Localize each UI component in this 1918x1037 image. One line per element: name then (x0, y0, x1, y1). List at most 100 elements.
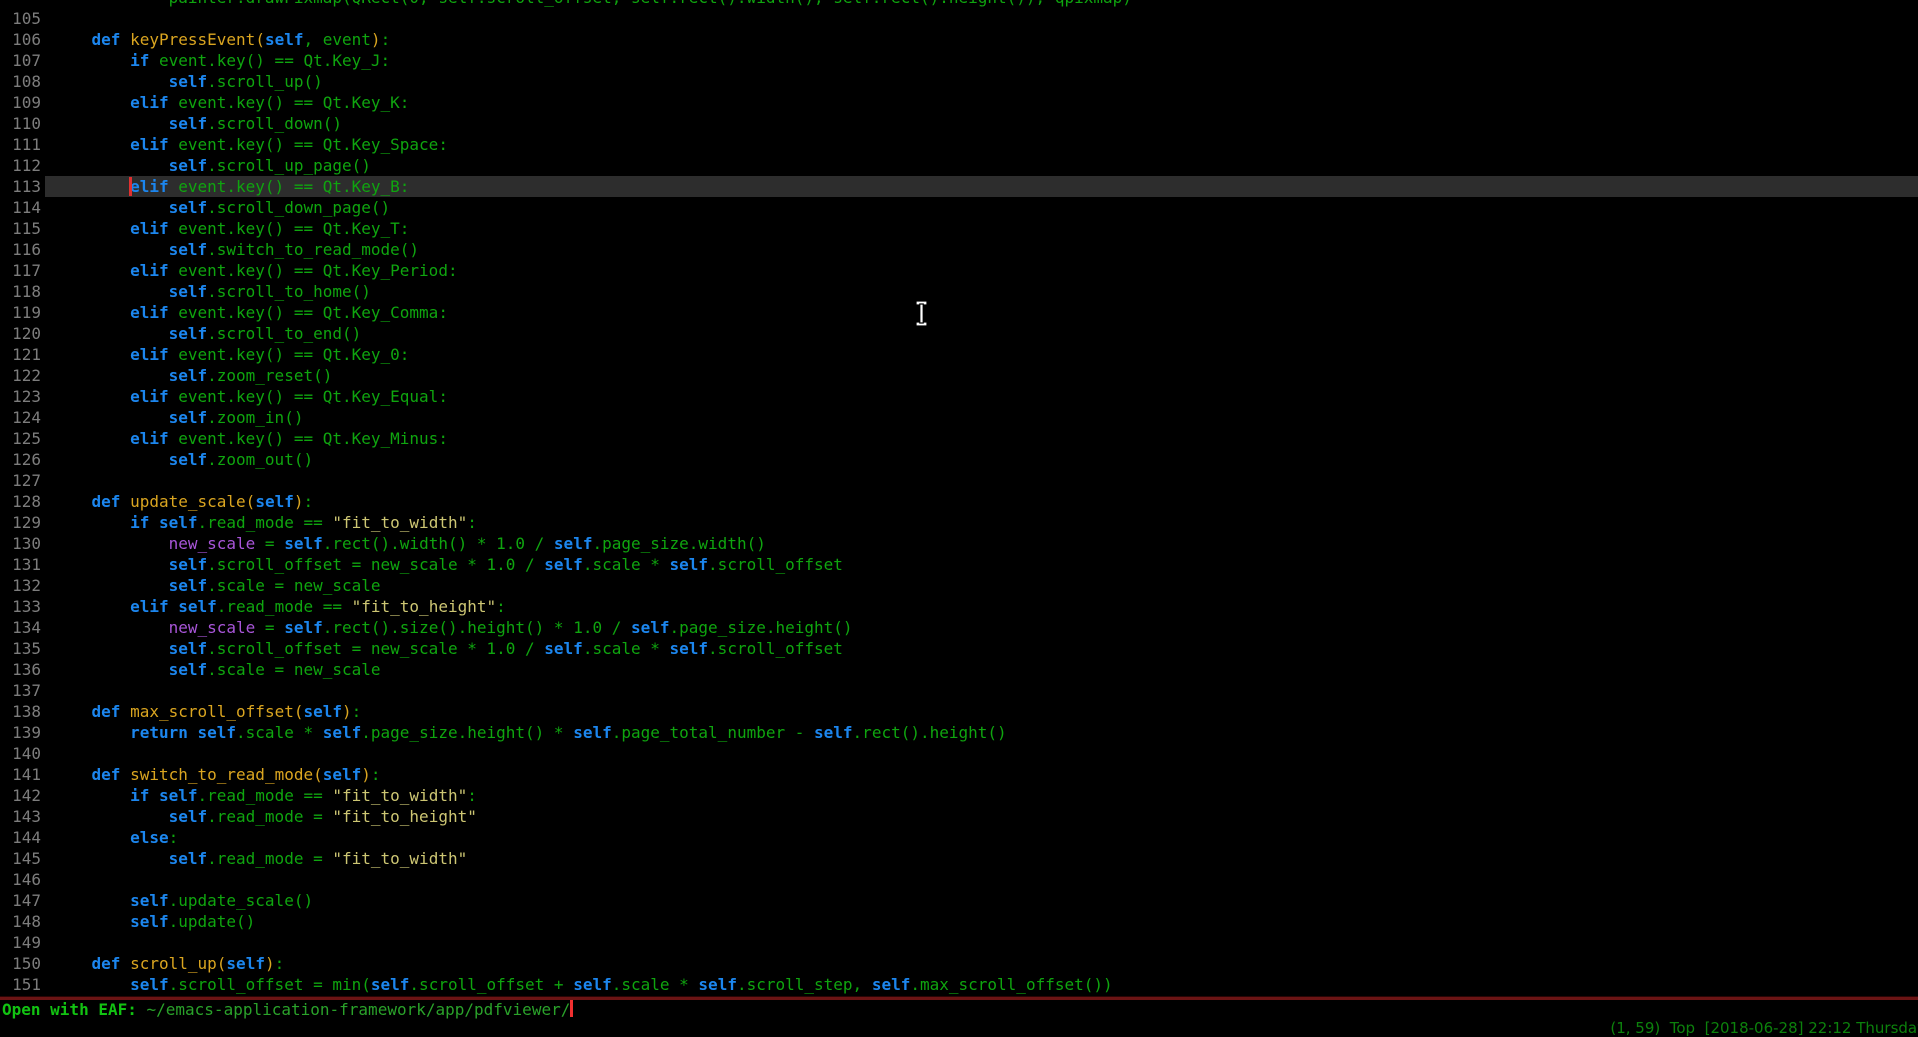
minibuffer-input[interactable]: ~/emacs-application-framework/app/pdfvie… (147, 1000, 571, 1019)
code-line-145[interactable]: 145 self.read_mode = "fit_to_width" (0, 848, 1918, 869)
code-line-146[interactable]: 146 (0, 869, 1918, 890)
code-text: self.switch_to_read_mode() (53, 239, 419, 260)
line-number: 105 (0, 8, 41, 29)
code-line-111[interactable]: 111 elif event.key() == Qt.Key_Space: (0, 134, 1918, 155)
code-line-151[interactable]: 151 self.scroll_offset = min(self.scroll… (0, 974, 1918, 995)
code-text: new_scale = self.rect().width() * 1.0 / … (53, 533, 766, 554)
code-line-116[interactable]: 116 self.switch_to_read_mode() (0, 239, 1918, 260)
code-line-142[interactable]: 142 if self.read_mode == "fit_to_width": (0, 785, 1918, 806)
line-number: 146 (0, 869, 41, 890)
code-line-150[interactable]: 150 def scroll_up(self): (0, 953, 1918, 974)
code-line-134[interactable]: 134 new_scale = self.rect().size().heigh… (0, 617, 1918, 638)
minibuffer[interactable]: Open with EAF: ~/emacs-application-frame… (2, 1000, 573, 1020)
code-line-126[interactable]: 126 self.zoom_out() (0, 449, 1918, 470)
code-text: self.zoom_out() (53, 449, 313, 470)
code-text: self.scroll_offset = new_scale * 1.0 / s… (53, 638, 843, 659)
editor-cursor (129, 177, 132, 196)
code-line-137[interactable]: 137 (0, 680, 1918, 701)
code-text: self.scroll_down_page() (53, 197, 390, 218)
code-line-113[interactable]: 113 elif event.key() == Qt.Key_B: (0, 176, 1918, 197)
line-number: 127 (0, 470, 41, 491)
line-number: 107 (0, 50, 41, 71)
emacs-frame: painter.drawPixmap(QRect(0, self.scroll_… (0, 0, 1918, 1037)
code-text: self.scroll_up() (53, 71, 323, 92)
code-line-138[interactable]: 138 def max_scroll_offset(self): (0, 701, 1918, 722)
code-line-122[interactable]: 122 self.zoom_reset() (0, 365, 1918, 386)
code-line-148[interactable]: 148 self.update() (0, 911, 1918, 932)
code-text: self.update_scale() (53, 890, 313, 911)
code-line-133[interactable]: 133 elif self.read_mode == "fit_to_heigh… (0, 596, 1918, 617)
code-line-135[interactable]: 135 self.scroll_offset = new_scale * 1.0… (0, 638, 1918, 659)
line-number: 110 (0, 113, 41, 134)
code-text: elif event.key() == Qt.Key_B: (53, 176, 409, 197)
line-number: 114 (0, 197, 41, 218)
code-text: self.scale = new_scale (53, 575, 381, 596)
code-text: new_scale = self.rect().size().height() … (53, 617, 853, 638)
code-text: self.scroll_to_home() (53, 281, 371, 302)
code-text: def keyPressEvent(self, event): (53, 29, 390, 50)
line-number: 131 (0, 554, 41, 575)
code-line-120[interactable]: 120 self.scroll_to_end() (0, 323, 1918, 344)
code-line-140[interactable]: 140 (0, 743, 1918, 764)
code-line-132[interactable]: 132 self.scale = new_scale (0, 575, 1918, 596)
code-line-149[interactable]: 149 (0, 932, 1918, 953)
line-number: 144 (0, 827, 41, 848)
line-number: 112 (0, 155, 41, 176)
code-text: elif event.key() == Qt.Key_Comma: (53, 302, 448, 323)
code-text: else: (53, 827, 178, 848)
code-text: if self.read_mode == "fit_to_width": (53, 512, 477, 533)
code-line-139[interactable]: 139 return self.scale * self.page_size.h… (0, 722, 1918, 743)
code-line-115[interactable]: 115 elif event.key() == Qt.Key_T: (0, 218, 1918, 239)
code-text: def update_scale(self): (53, 491, 313, 512)
line-number: 121 (0, 344, 41, 365)
code-text: elif self.read_mode == "fit_to_height": (53, 596, 506, 617)
code-line-108[interactable]: 108 self.scroll_up() (0, 71, 1918, 92)
line-number: 140 (0, 743, 41, 764)
code-line-130[interactable]: 130 new_scale = self.rect().width() * 1.… (0, 533, 1918, 554)
code-line-112[interactable]: 112 self.scroll_up_page() (0, 155, 1918, 176)
line-number: 122 (0, 365, 41, 386)
line-number: 141 (0, 764, 41, 785)
code-line-117[interactable]: 117 elif event.key() == Qt.Key_Period: (0, 260, 1918, 281)
code-line-144[interactable]: 144 else: (0, 827, 1918, 848)
code-text: elif event.key() == Qt.Key_K: (53, 92, 409, 113)
code-line-107[interactable]: 107 if event.key() == Qt.Key_J: (0, 50, 1918, 71)
line-number: 128 (0, 491, 41, 512)
code-line-124[interactable]: 124 self.zoom_in() (0, 407, 1918, 428)
line-number: 106 (0, 29, 41, 50)
code-line-136[interactable]: 136 self.scale = new_scale (0, 659, 1918, 680)
code-line-123[interactable]: 123 elif event.key() == Qt.Key_Equal: (0, 386, 1918, 407)
code-line-131[interactable]: 131 self.scroll_offset = new_scale * 1.0… (0, 554, 1918, 575)
code-line-109[interactable]: 109 elif event.key() == Qt.Key_K: (0, 92, 1918, 113)
code-buffer[interactable]: painter.drawPixmap(QRect(0, self.scroll_… (0, 8, 1918, 995)
code-text: elif event.key() == Qt.Key_Equal: (53, 386, 448, 407)
code-text: if self.read_mode == "fit_to_width": (53, 785, 477, 806)
code-line-114[interactable]: 114 self.scroll_down_page() (0, 197, 1918, 218)
line-number: 135 (0, 638, 41, 659)
line-number: 115 (0, 218, 41, 239)
code-line-143[interactable]: 143 self.read_mode = "fit_to_height" (0, 806, 1918, 827)
code-line-125[interactable]: 125 elif event.key() == Qt.Key_Minus: (0, 428, 1918, 449)
code-text: def max_scroll_offset(self): (53, 701, 361, 722)
code-line-110[interactable]: 110 self.scroll_down() (0, 113, 1918, 134)
code-line-106[interactable]: 106 def keyPressEvent(self, event): (0, 29, 1918, 50)
code-line-127[interactable]: 127 (0, 470, 1918, 491)
line-number: 151 (0, 974, 41, 995)
status-tray: (1, 59) Top [2018-06-28] 22:12 Thursday (1610, 1018, 1918, 1037)
code-line-141[interactable]: 141 def switch_to_read_mode(self): (0, 764, 1918, 785)
line-number: 109 (0, 92, 41, 113)
code-line-118[interactable]: 118 self.scroll_to_home() (0, 281, 1918, 302)
line-number: 117 (0, 260, 41, 281)
code-line-119[interactable]: 119 elif event.key() == Qt.Key_Comma: (0, 302, 1918, 323)
line-number: 143 (0, 806, 41, 827)
code-line-121[interactable]: 121 elif event.key() == Qt.Key_0: (0, 344, 1918, 365)
line-number: 125 (0, 428, 41, 449)
line-number: 134 (0, 617, 41, 638)
code-text: self.scroll_down() (53, 113, 342, 134)
code-line-147[interactable]: 147 self.update_scale() (0, 890, 1918, 911)
code-line-105[interactable]: 105 (0, 8, 1918, 29)
code-text: self.scroll_up_page() (53, 155, 371, 176)
line-number: 108 (0, 71, 41, 92)
code-line-128[interactable]: 128 def update_scale(self): (0, 491, 1918, 512)
code-line-129[interactable]: 129 if self.read_mode == "fit_to_width": (0, 512, 1918, 533)
